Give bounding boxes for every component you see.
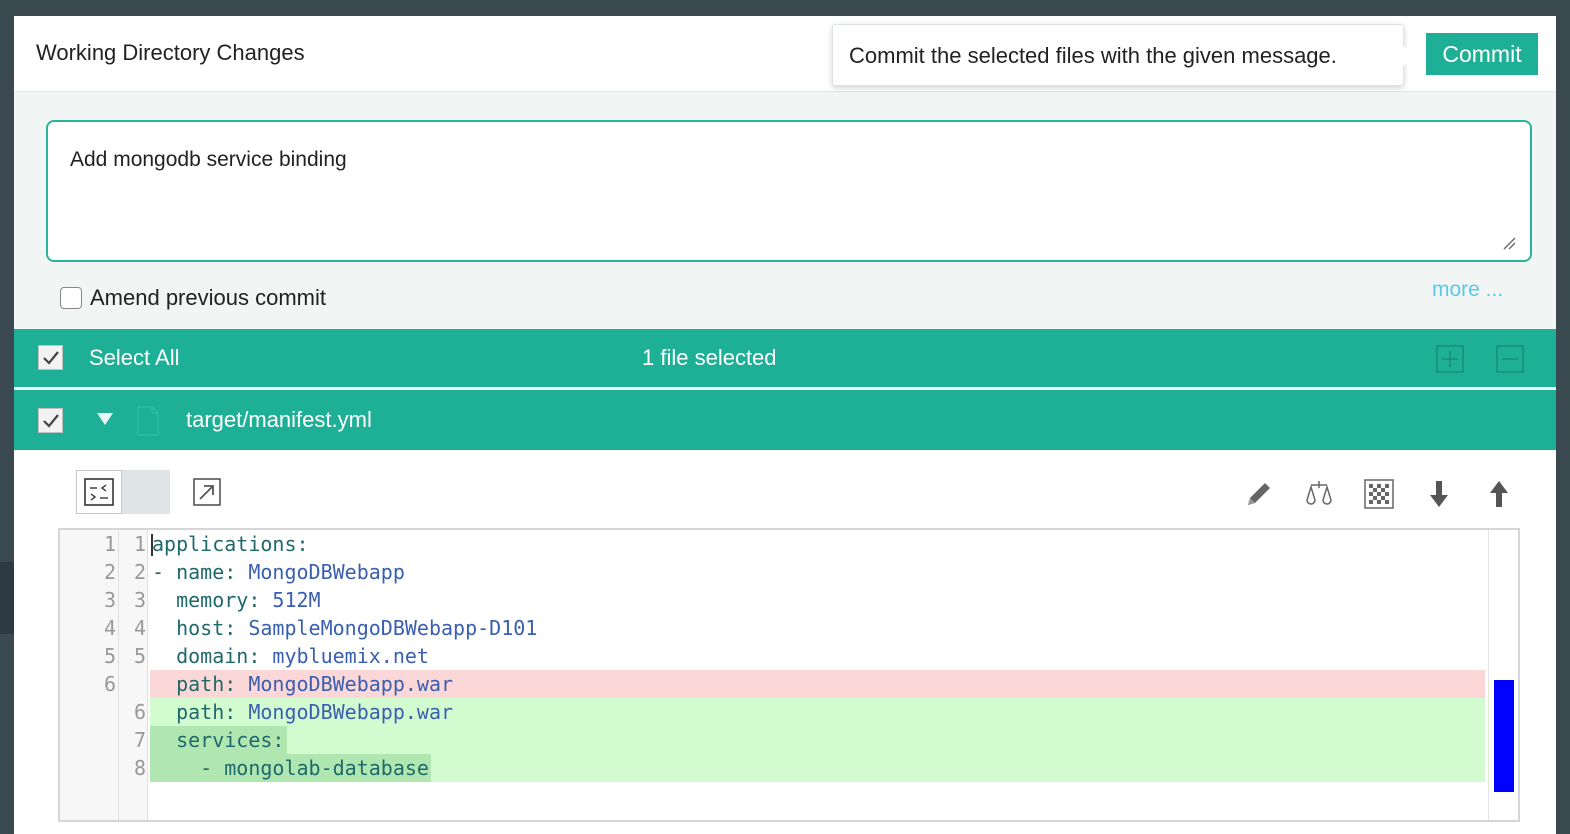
code-value: SampleMongoDBWebapp-D101 [248, 616, 538, 640]
code-key: domain: [152, 644, 273, 668]
diff-line: 33 memory: 512M [60, 586, 1485, 614]
code-key: - name: [152, 560, 249, 584]
diff-line: 55 domain: mybluemix.net [60, 642, 1485, 670]
diff-line: 22- name: MongoDBWebapp [60, 558, 1485, 586]
select-all-bar: Select All 1 file selected [14, 329, 1556, 387]
commit-tooltip: Commit the selected files with the given… [832, 24, 1413, 86]
text-cursor [151, 534, 153, 556]
working-directory-panel: Working Directory Changes Commit the sel… [14, 16, 1556, 834]
code-value: MongoDBWebapp.war [248, 672, 454, 696]
code-key: applications: [152, 532, 309, 556]
stage-all-icon[interactable] [1436, 345, 1464, 373]
resize-handle-icon[interactable] [1502, 236, 1516, 250]
new-line-number: 3 [133, 588, 146, 612]
diff-editor[interactable]: 1 1 applications: 2 2- name: MongoDBWebapp 3 3… [58, 528, 1520, 822]
old-line-number: 6 [103, 672, 116, 696]
code-value: mybluemix.net [272, 644, 429, 668]
diff-line: 7 services: [60, 726, 1485, 754]
diff-line: 6 path: MongoDBWebapp.war [60, 670, 1485, 698]
code-value: MongoDBWebapp [248, 560, 405, 584]
selected-count-label: 1 file selected [642, 345, 777, 370]
open-external-icon [193, 478, 221, 506]
amend-label[interactable]: Amend previous commit [90, 285, 326, 311]
terminal-diff-icon [84, 478, 114, 506]
check-icon [42, 413, 59, 428]
diff-line: 1 1 applications: [60, 530, 1485, 558]
new-line-number: 1 [133, 532, 146, 556]
diff-viewer: 1 1 applications: 2 2- name: MongoDBWebapp 3 3… [14, 450, 1556, 834]
select-all-checkbox[interactable] [38, 345, 63, 370]
amend-row: Amend previous commit [60, 284, 326, 312]
tooltip-text: Commit the selected files with the given… [849, 43, 1337, 68]
code-text: path: MongoDBWebapp.war [152, 670, 453, 698]
old-line-number: 1 [103, 532, 116, 556]
code-value: 512M [272, 588, 321, 612]
unstage-all-icon[interactable] [1496, 345, 1524, 373]
open-external-button[interactable] [184, 470, 230, 514]
code-text: services: [152, 726, 284, 754]
commit-button[interactable]: Commit [1426, 33, 1538, 75]
new-line-number: 5 [133, 644, 146, 668]
scales-icon [1306, 481, 1332, 505]
added-line-highlight [150, 726, 1485, 754]
expand-triangle-icon[interactable] [96, 412, 114, 426]
panel-title: Working Directory Changes [36, 40, 305, 65]
new-line-number: 4 [133, 616, 146, 640]
code-text: host: SampleMongoDBWebapp-D101 [152, 614, 537, 642]
code-text: domain: mybluemix.net [152, 642, 429, 670]
inline-diff-toggle[interactable] [76, 470, 122, 514]
old-line-number: 5 [103, 644, 116, 668]
old-line-number: 3 [103, 588, 116, 612]
panel-header: Working Directory Changes Commit the sel… [14, 16, 1556, 92]
commit-message-input[interactable]: Add mongodb service binding [46, 120, 1532, 262]
code-text: - name: MongoDBWebapp [152, 558, 405, 586]
new-line-number: 2 [133, 560, 146, 584]
arrow-up-icon [1490, 481, 1508, 507]
edit-button[interactable] [1236, 472, 1282, 516]
code-text: memory: 512M [152, 586, 321, 614]
diff-line: 8 - mongolab-database [60, 754, 1485, 782]
code-text: - mongolab-database [152, 754, 429, 782]
code-value: MongoDBWebapp.war [248, 700, 454, 724]
code-key: memory: [152, 588, 273, 612]
code-key: - mongolab-database [152, 756, 429, 780]
commit-message-text: Add mongodb service binding [70, 148, 347, 171]
diff-line: 6 path: MongoDBWebapp.war [60, 698, 1485, 726]
pencil-icon [1248, 483, 1270, 505]
compare-button[interactable] [1296, 472, 1342, 516]
previous-diff-button[interactable] [1476, 472, 1522, 516]
next-diff-button[interactable] [1416, 472, 1462, 516]
old-line-number: 2 [103, 560, 116, 584]
code-key: host: [152, 616, 249, 640]
new-line-number: 6 [133, 700, 146, 724]
file-row[interactable]: target/manifest.yml [14, 390, 1556, 450]
scroll-thumb[interactable] [1494, 680, 1514, 792]
check-icon [42, 350, 59, 365]
new-line-number: 8 [133, 756, 146, 780]
diff-line: 44 host: SampleMongoDBWebapp-D101 [60, 614, 1485, 642]
amend-checkbox[interactable] [60, 287, 82, 309]
code-key: path: [152, 672, 249, 696]
file-icon [137, 406, 159, 436]
diff-overview-ruler[interactable] [1488, 530, 1518, 820]
arrow-down-icon [1430, 481, 1448, 507]
code-text: path: MongoDBWebapp.war [152, 698, 453, 726]
new-line-number: 7 [133, 728, 146, 752]
code-key: path: [152, 700, 249, 724]
old-line-number: 4 [103, 616, 116, 640]
grid-pattern-icon [1364, 479, 1394, 509]
code-text: applications: [152, 530, 309, 558]
tooltip-arrow [1403, 45, 1413, 67]
side-by-side-button[interactable] [1356, 472, 1402, 516]
code-key: services: [152, 728, 285, 752]
file-name[interactable]: target/manifest.yml [186, 407, 372, 433]
file-checkbox[interactable] [38, 408, 63, 433]
select-all-label[interactable]: Select All [89, 345, 180, 371]
more-options-link[interactable]: more ... [1432, 278, 1503, 302]
